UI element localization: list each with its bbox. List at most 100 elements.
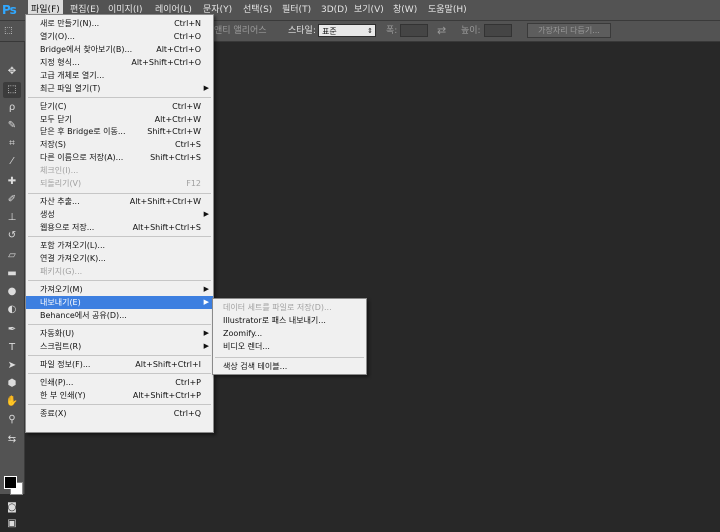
- menu-item[interactable]: 내보내기(E) ▶: [26, 295, 213, 309]
- menu-item-label: 다른 이름으로 저장(A)...: [40, 153, 124, 163]
- menu-item-label: Zoomify...: [223, 329, 263, 338]
- menu-item-label: 인쇄(P)...: [40, 377, 74, 387]
- menu-item[interactable]: 스크립트(R) ▶: [26, 340, 213, 353]
- quick-mask-icon[interactable]: ◙: [3, 500, 21, 516]
- width-label: 폭:: [386, 26, 398, 36]
- menu-item[interactable]: 새로 만들기(N)... Ctrl+N: [26, 17, 213, 30]
- menu-item[interactable]: 종료(X) Ctrl+Q: [26, 407, 213, 420]
- select-arrows-icon: ⇕: [367, 27, 373, 35]
- menu-item[interactable]: 고급 개체로 열기...: [26, 69, 213, 82]
- menu-item-label: 닫기(C): [40, 101, 67, 111]
- brush-tool-icon[interactable]: ✐: [3, 192, 21, 208]
- menu-item[interactable]: Zoomify...: [213, 327, 366, 340]
- width-input[interactable]: [400, 24, 428, 37]
- dodge-tool-icon[interactable]: ◐: [3, 302, 21, 318]
- menu-item[interactable]: 한 부 인쇄(Y) Alt+Shift+Ctrl+P: [26, 389, 213, 402]
- menu-item-label: 포함 가져오기(L)...: [40, 241, 106, 250]
- shape-tool-icon[interactable]: ⬢: [3, 376, 21, 392]
- menu-item[interactable]: 닫기(C) Ctrl+W: [26, 100, 213, 113]
- menu-item-shortcut: Ctrl+N: [174, 19, 201, 28]
- menu-item-label: 스크립트(R): [40, 341, 82, 351]
- pen-tool-icon[interactable]: ✒: [3, 322, 21, 338]
- menu-item[interactable]: 파일 정보(F)... Alt+Shift+Ctrl+I: [26, 358, 213, 371]
- style-select-value: 표준: [322, 27, 337, 36]
- height-input[interactable]: [484, 24, 512, 37]
- submenu-arrow-icon: ▶: [203, 284, 209, 293]
- submenu-arrow-icon: ▶: [203, 297, 209, 306]
- menu-9[interactable]: 창(W): [393, 0, 417, 20]
- menu-item-shortcut: Ctrl+Q: [173, 408, 201, 418]
- tools-panel: ✥ ⬚ ρ ✎ ⌗ ⁄ ✚ ✐ ⊥ ↺ ▱ ▬ ● ◐ ✒ T ➤ ⬢ ✋ ⚲ ⇆ ◙ ▣: [0, 42, 25, 529]
- menu-item[interactable]: 가져오기(M) ▶: [26, 283, 213, 296]
- clone-stamp-tool-icon[interactable]: ⊥: [3, 210, 21, 226]
- menu-item[interactable]: 다른 이름으로 저장(A)... Shift+Ctrl+S: [26, 151, 213, 164]
- menu-item[interactable]: 열기(O)... Ctrl+O: [26, 30, 213, 43]
- foreground-color-swatch[interactable]: [4, 476, 17, 489]
- photoshop-logo: Ps: [2, 3, 17, 17]
- quick-select-tool-icon[interactable]: ✎: [3, 118, 21, 134]
- menu-item-label: 파일 정보(F)...: [40, 359, 91, 369]
- lasso-tool-icon[interactable]: ρ: [3, 100, 21, 116]
- gradient-tool-icon[interactable]: ▬: [3, 266, 21, 282]
- menu-item[interactable]: 연결 가져오기(K)...: [26, 252, 213, 265]
- menu-item[interactable]: 자동화(U) ▶: [26, 327, 213, 340]
- menu-item-label: 체크인(I)...: [40, 166, 79, 176]
- refine-edge-button[interactable]: 가장자리 다듬기...: [527, 23, 611, 38]
- menu-8[interactable]: 보기(V): [354, 0, 384, 20]
- menu-separator: [28, 324, 211, 326]
- menu-item[interactable]: 최근 파일 열기(T) ▶: [26, 82, 213, 95]
- menu-item-label: 자동화(U): [40, 328, 75, 338]
- marquee-tool-icon[interactable]: ⬚: [3, 82, 21, 98]
- menu-item[interactable]: Illustrator로 패스 내보내기...: [213, 314, 366, 327]
- crop-tool-icon[interactable]: ⌗: [3, 136, 21, 152]
- menu-item[interactable]: 지정 형식... Alt+Shift+Ctrl+O: [26, 56, 213, 69]
- menu-7[interactable]: 3D(D): [321, 0, 348, 20]
- hand-tool-icon[interactable]: ✋: [3, 394, 21, 410]
- menu-item-shortcut: Alt+Shift+Ctrl+O: [131, 57, 201, 67]
- menu-item[interactable]: 저장(S) Ctrl+S: [26, 138, 213, 151]
- menu-item-label: 비디오 렌더...: [223, 342, 270, 351]
- menu-item[interactable]: 자산 추출... Alt+Shift+Ctrl+W: [26, 195, 213, 208]
- menu-separator: [28, 355, 211, 357]
- menu-item-shortcut: Ctrl+S: [174, 140, 201, 150]
- style-select[interactable]: 표준 ⇕: [318, 24, 376, 37]
- eraser-tool-icon[interactable]: ▱: [3, 248, 21, 264]
- anti-alias-label: 앤티 앨리어스: [214, 26, 267, 36]
- move-tool-icon[interactable]: ✥: [3, 64, 21, 80]
- menu-item[interactable]: 닫은 후 Bridge로 이동... Shift+Ctrl+W: [26, 125, 213, 138]
- menu-6[interactable]: 필터(T): [282, 0, 311, 20]
- menu-item[interactable]: 비디오 렌더...: [213, 340, 366, 353]
- blur-tool-icon[interactable]: ●: [3, 284, 21, 300]
- swap-dimensions-icon[interactable]: ⇄: [437, 21, 446, 41]
- menu-item-shortcut: Shift+Ctrl+W: [147, 127, 201, 137]
- eyedropper-tool-icon[interactable]: ⁄: [3, 154, 21, 170]
- menu-item[interactable]: 색상 검색 테이블...: [213, 360, 366, 373]
- menu-separator: [28, 373, 211, 375]
- menu-item[interactable]: 생성 ▶: [26, 208, 213, 221]
- menu-item[interactable]: 웹용으로 저장... Alt+Shift+Ctrl+S: [26, 221, 213, 234]
- menu-separator: [28, 97, 211, 98]
- menu-5[interactable]: 선택(S): [243, 0, 272, 20]
- menu-item-label: 색상 검색 테이블...: [223, 362, 288, 371]
- menu-item[interactable]: 포함 가져오기(L)...: [26, 239, 213, 252]
- path-select-tool-icon[interactable]: ➤: [3, 358, 21, 374]
- screen-mode-icon[interactable]: ▣: [3, 516, 21, 532]
- style-label: 스타일:: [288, 26, 316, 36]
- menu-item[interactable]: Behance에서 공유(D)...: [26, 309, 213, 322]
- menu-item[interactable]: 모두 닫기 Alt+Ctrl+W: [26, 113, 213, 126]
- submenu-arrow-icon: ▶: [203, 210, 209, 218]
- menu-item-shortcut: Alt+Shift+Ctrl+S: [132, 222, 201, 232]
- healing-brush-tool-icon[interactable]: ✚: [3, 174, 21, 190]
- swap-colors-icon[interactable]: ⇆: [3, 432, 21, 448]
- type-tool-icon[interactable]: T: [3, 340, 21, 356]
- menu-item-label: 웹용으로 저장...: [40, 222, 95, 232]
- tool-preset-icon[interactable]: ⬚: [4, 21, 13, 41]
- menu-item[interactable]: 인쇄(P)... Ctrl+P: [26, 376, 213, 389]
- menu-item-shortcut: Alt+Shift+Ctrl+I: [135, 359, 201, 369]
- menu-item-label: Illustrator로 패스 내보내기...: [223, 316, 326, 325]
- zoom-tool-icon[interactable]: ⚲: [3, 412, 21, 428]
- menu-item-shortcut: Ctrl+P: [175, 377, 201, 387]
- history-brush-tool-icon[interactable]: ↺: [3, 228, 21, 244]
- menu-10[interactable]: 도움말(H): [428, 0, 467, 20]
- menu-item[interactable]: Bridge에서 찾아보기(B)... Alt+Ctrl+O: [26, 43, 213, 56]
